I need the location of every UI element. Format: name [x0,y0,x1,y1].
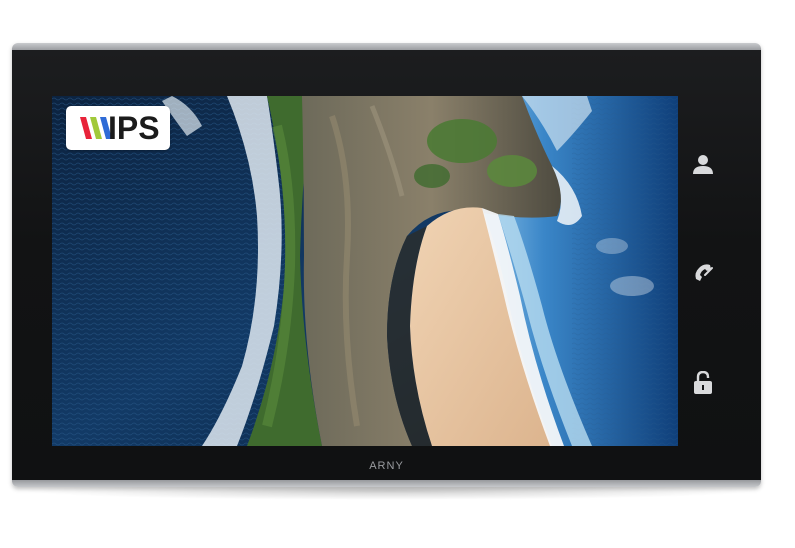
page: IPS ARNY [0,0,795,548]
unlock-button[interactable] [690,370,716,396]
intercom-monitor: IPS ARNY [12,43,761,487]
front-panel: IPS ARNY [12,50,761,480]
ips-badge: IPS [66,106,170,150]
display-screen: IPS [52,96,678,446]
call-button[interactable] [690,260,716,286]
unlocked-padlock-icon [694,371,712,394]
brand-label: ARNY [369,460,404,472]
monitor-button[interactable] [690,151,716,177]
ips-stripes-logo [80,117,112,139]
person-icon [693,155,713,174]
ips-badge-label: IPS [108,110,160,146]
handset-icon [695,264,713,281]
